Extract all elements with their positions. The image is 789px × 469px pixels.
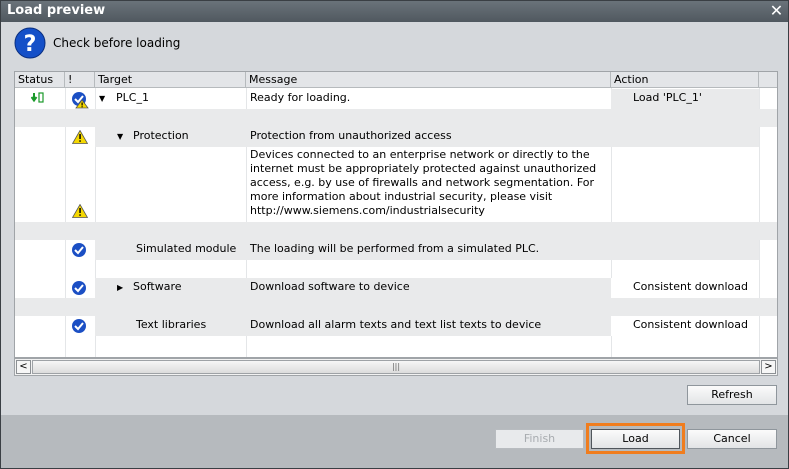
warning-icon [72,204,88,218]
finish-button[interactable]: Finish [495,429,584,449]
table-row[interactable]: Text libraries Download all alarm texts … [15,316,777,336]
table-row[interactable]: Devices connected to an enterprise netwo… [15,147,777,222]
load-preview-dialog: Load preview ✕ ? Check before loading St… [0,0,789,469]
action-dropdown[interactable]: Consistent download [611,316,759,336]
table-row[interactable]: ▶ Software Download software to device Co… [15,278,777,298]
title-bar: Load preview ✕ [1,1,788,22]
check-icon [71,318,87,334]
check-icon [71,280,87,296]
target-label: PLC_1 [116,91,149,104]
table-row[interactable]: Simulated module The loading will be per… [15,240,777,260]
message-cell: Download software to device [246,278,611,298]
window-title: Load preview [7,3,106,18]
column-header-status[interactable]: Status [15,72,65,88]
close-icon[interactable]: ✕ [767,2,786,20]
spacer-row [15,222,777,240]
target-label: Protection [133,129,189,142]
warning-icon [72,130,88,144]
cancel-button[interactable]: Cancel [687,429,777,449]
message-cell: Devices connected to an enterprise netwo… [250,148,597,217]
spacer-row [15,336,777,354]
download-status-icon [31,92,45,104]
table-row[interactable]: ▼ Protection Protection from unauthorized… [15,127,777,147]
horizontal-scrollbar[interactable]: < ||| > [14,358,778,376]
check-warning-icon [71,91,89,109]
column-header-action[interactable]: Action [611,72,759,88]
action-dropdown[interactable]: Consistent download [611,278,759,298]
spacer-row [15,109,777,127]
column-header-target[interactable]: Target [95,72,246,88]
preview-table: Status ! Target Message Action ▼ PLC_1 R… [14,71,778,358]
svg-text:?: ? [24,32,37,57]
header-text: Check before loading [53,36,181,50]
scrollbar-thumb[interactable]: ||| [32,360,760,374]
target-label: Software [133,280,182,293]
action-cell[interactable] [611,127,759,147]
scroll-left-icon[interactable]: < [16,360,31,374]
target-label: Text libraries [95,316,246,336]
column-header-message[interactable]: Message [246,72,611,88]
column-header-alert[interactable]: ! [65,72,95,88]
spacer-row [15,298,777,316]
load-button-highlight [586,423,685,454]
action-cell[interactable]: Load 'PLC_1' [611,89,759,109]
spacer-row [15,260,777,278]
target-label: Simulated module [95,240,246,260]
expand-arrow-icon[interactable]: ▼ [99,90,113,108]
collapse-arrow-icon[interactable]: ▶ [117,279,129,297]
question-icon: ? [14,27,46,59]
column-header-filler [759,72,777,88]
message-cell: Protection from unauthorized access [246,127,611,147]
table-row[interactable]: ▼ PLC_1 Ready for loading. Load 'PLC_1' [15,89,777,109]
message-cell: The loading will be performed from a sim… [246,240,611,260]
scroll-right-icon[interactable]: > [761,360,776,374]
message-cell: Download all alarm texts and text list t… [246,316,611,336]
refresh-button[interactable]: Refresh [687,385,777,405]
expand-arrow-icon[interactable]: ▼ [117,128,129,146]
check-icon [71,242,87,258]
message-cell: Ready for loading. [250,91,351,104]
action-cell[interactable] [611,240,759,260]
